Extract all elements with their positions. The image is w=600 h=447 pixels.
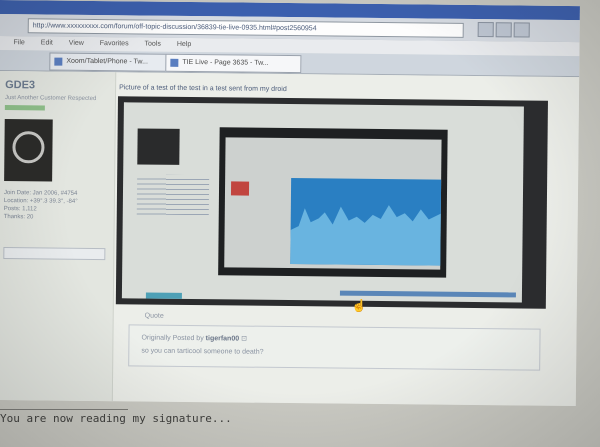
username[interactable]: GDE3 [5,79,35,91]
tab-label: Xoom/Tablet/Phone - Tw... [66,57,148,66]
menu-item-favorites[interactable]: Favorites [100,40,129,47]
quote-text: so you can tarticool someone to death? [141,347,264,356]
photo-text-block [136,174,210,216]
hand-cursor-icon: ☝ [351,298,367,313]
page-icon [170,58,179,67]
tab-label: TIE Live - Page 3635 - Tw... [182,58,269,67]
quote-prefix: Originally Posted by [141,334,204,343]
photo-avatar [137,128,180,165]
signature-divider [0,409,128,410]
photo-blue-image [290,178,442,266]
quote-attribution: Originally Posted by tigerfan00 ⊡ [141,334,247,343]
biohazard-icon [12,131,45,164]
tab-xoom[interactable]: Xoom/Tablet/Phone - Tw... [49,52,180,72]
thanks-count: Thanks: 20 [3,214,34,221]
photo-footer-bar [339,290,516,298]
menu-item-file[interactable]: File [14,39,25,46]
post-photo[interactable]: ☝ [115,96,548,313]
page-icon [54,57,63,66]
photo-waveform [290,205,441,266]
address-input[interactable]: http://www.xxxxxxxxx.com/forum/off-topic… [27,18,464,38]
maximize-icon[interactable] [495,22,512,38]
reputation-bar [4,105,45,111]
signature: You are now reading my signature... [0,412,232,425]
minimize-icon[interactable] [477,22,494,38]
profile-button[interactable] [3,247,106,261]
menu-item-edit[interactable]: Edit [41,39,53,46]
tab-tie-live[interactable]: TIE Live - Page 3635 - Tw... [165,53,302,74]
quote-box: Originally Posted by tigerfan00 ⊡ so you… [128,324,541,371]
photo-monitor [121,102,524,303]
quote-user-link[interactable]: tigerfan00 [206,335,240,342]
close-icon[interactable] [513,22,530,38]
user-rank: Just Another Customer Respected [4,95,97,103]
quote-label: Quote [144,312,164,320]
photo-inner-screen [218,127,448,278]
photo-inner-page [224,137,442,270]
menu-item-help[interactable]: Help [177,41,191,48]
view-post-icon[interactable]: ⊡ [241,336,247,343]
photo-red-thumbnail [230,181,250,196]
photo-button [145,292,182,299]
avatar [4,119,53,182]
forum-page: GDE3 Just Another Customer Respected Joi… [0,70,580,407]
user-info: Join Date: Jan 2006, #4754 Location: +39… [4,189,104,222]
post-title: Picture of a test of the test in a test … [119,84,287,94]
menu-item-tools[interactable]: Tools [145,41,161,48]
menu-item-view[interactable]: View [69,40,84,47]
user-profile-column: GDE3 Just Another Customer Respected Joi… [0,70,117,402]
monitor-screen: http://www.xxxxxxxxx.com/forum/off-topic… [0,0,580,407]
